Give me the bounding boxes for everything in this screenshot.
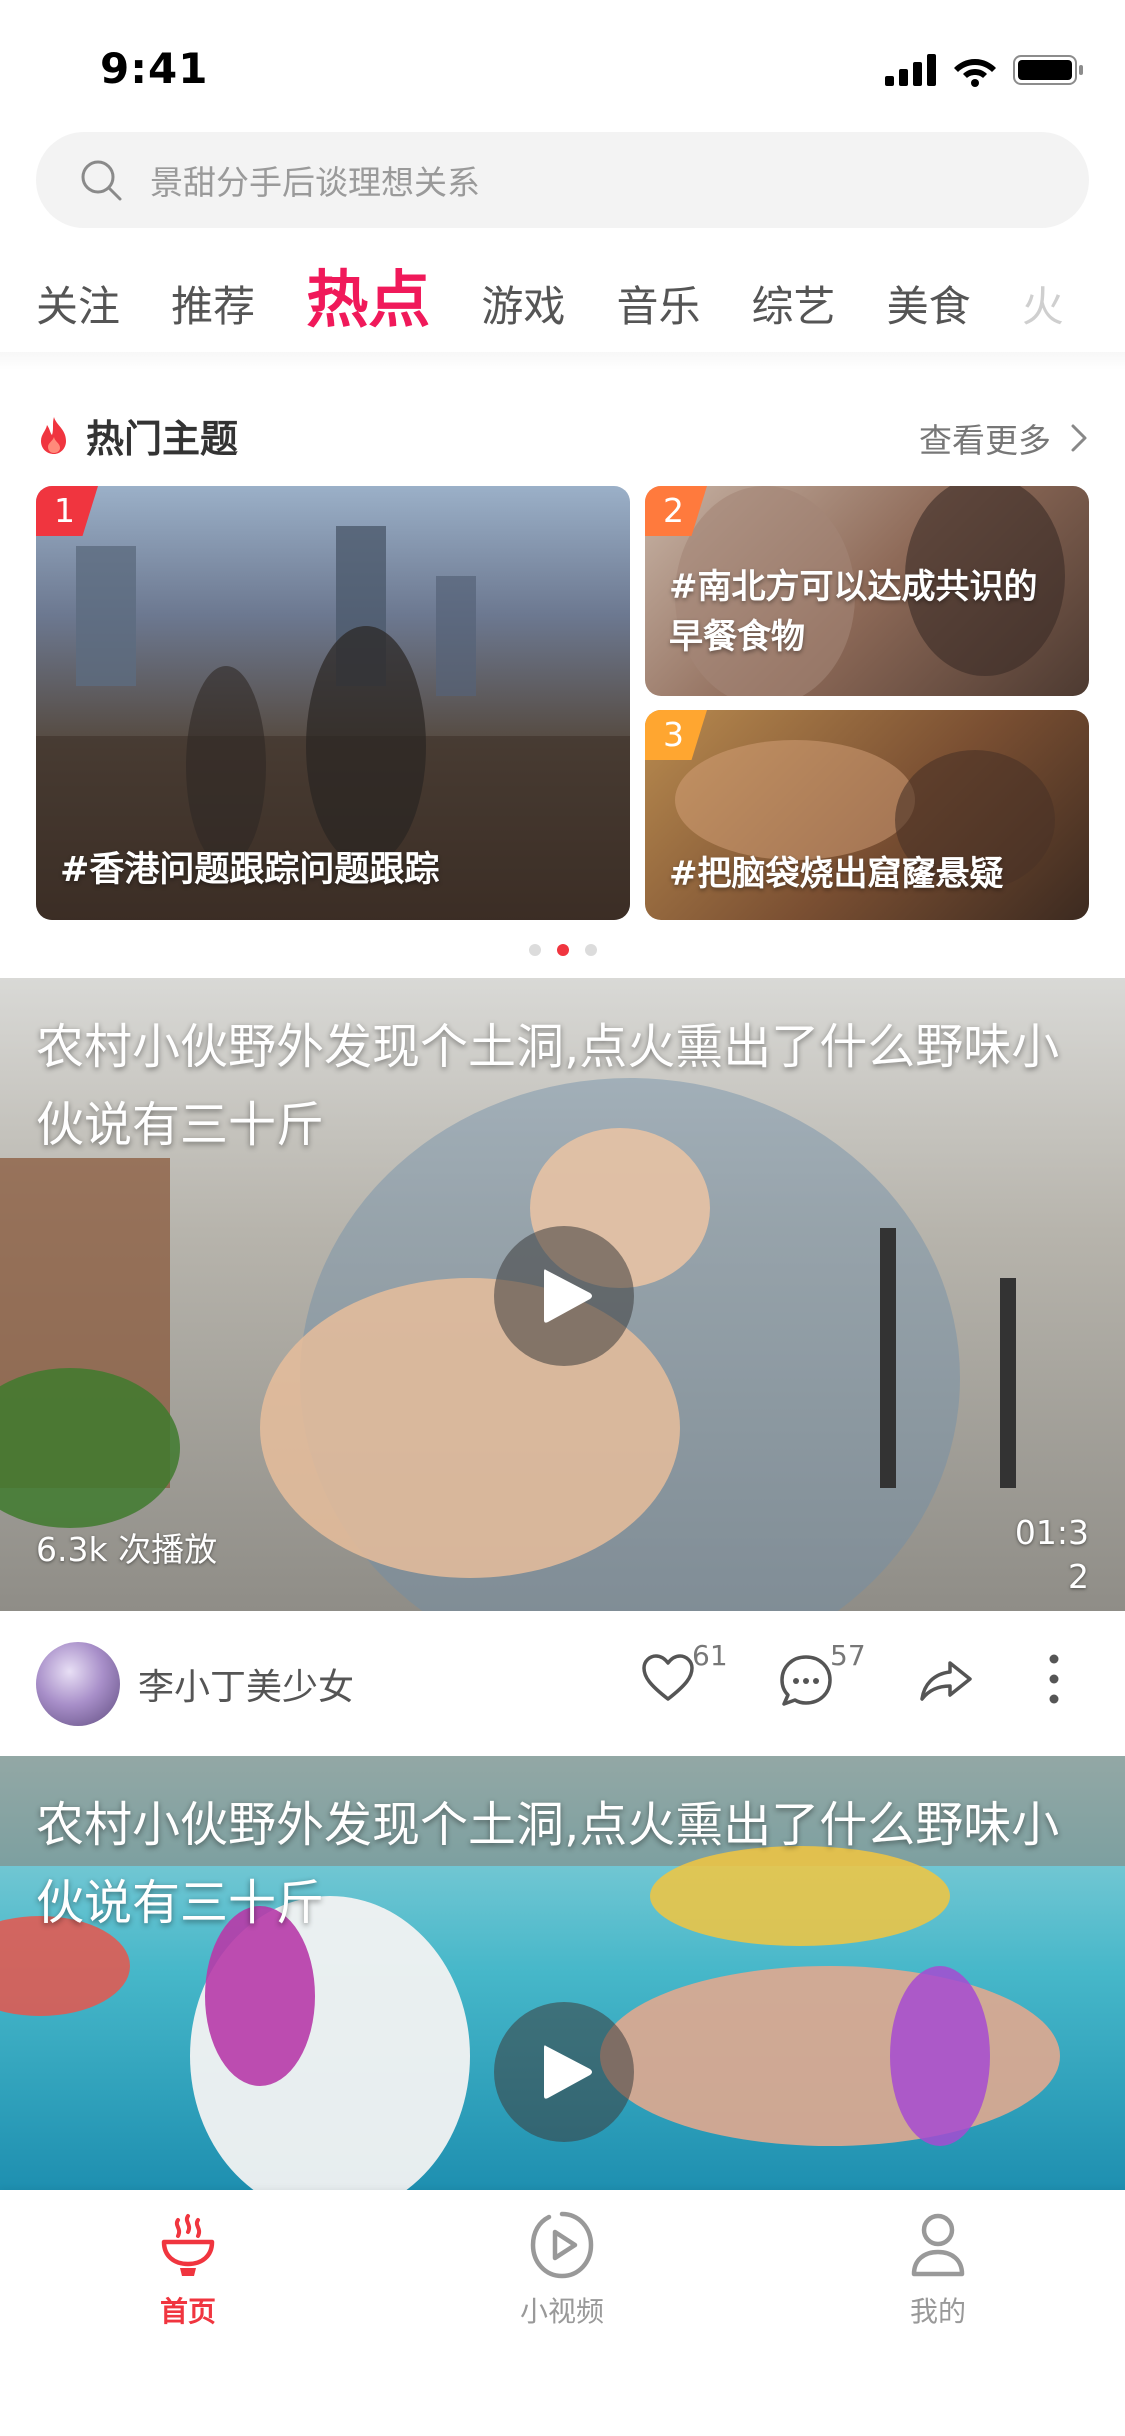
pager-dot bbox=[528, 944, 541, 956]
cellular-signal-icon bbox=[885, 54, 936, 86]
heart-icon bbox=[642, 1654, 694, 1701]
topic-card-2[interactable]: 2 #南北方可以达成共识的早餐食物 bbox=[645, 486, 1089, 696]
comment-button[interactable]: 57 bbox=[778, 1639, 866, 1707]
play-icon bbox=[530, 2211, 594, 2279]
play-button[interactable] bbox=[494, 1226, 634, 1366]
tab-partial[interactable]: 火 bbox=[1022, 257, 1064, 350]
topic-caption: #南北方可以达成共识的早餐食物 bbox=[669, 567, 1038, 657]
play-icon bbox=[544, 2045, 592, 2099]
nav-profile[interactable]: 我的 bbox=[838, 2210, 1038, 2330]
like-count: 61 bbox=[692, 1639, 728, 1672]
video-duration: 01:32 bbox=[1014, 1513, 1089, 1596]
user-icon bbox=[911, 2213, 965, 2277]
search-icon bbox=[81, 160, 122, 201]
search-bar[interactable]: 景甜分手后谈理想关系 bbox=[36, 132, 1089, 228]
tab-follow[interactable]: 关注 bbox=[36, 257, 120, 350]
like-button[interactable]: 61 bbox=[640, 1639, 728, 1703]
wifi-icon bbox=[954, 59, 996, 87]
home-indicator bbox=[412, 2400, 712, 2410]
share-button[interactable] bbox=[918, 1659, 974, 1703]
hot-topics-title: 热门主题 bbox=[86, 416, 239, 461]
home-fire-icon bbox=[161, 2214, 215, 2276]
tab-recommend[interactable]: 推荐 bbox=[171, 257, 255, 350]
flame-icon bbox=[41, 417, 66, 454]
video-title: 农村小伙野外发现个土洞,点火熏出了什么野味小伙说有三十斤 bbox=[36, 1019, 1060, 1153]
status-icons bbox=[885, 50, 1085, 90]
video-card[interactable]: 农村小伙野外发现个土洞,点火熏出了什么野味小伙说有三十斤 bbox=[0, 1756, 1125, 2190]
pager-dot-active bbox=[556, 944, 569, 956]
see-more-label: 查看更多 bbox=[919, 421, 1051, 460]
tab-hot[interactable]: 热点 bbox=[306, 250, 430, 350]
topic-card-1[interactable]: 1 #香港问题跟踪问题跟踪 bbox=[36, 486, 630, 920]
author-row: 李小丁美少女 61 57 bbox=[0, 1611, 1125, 1756]
tabs-divider bbox=[0, 352, 1125, 370]
topic-caption: #把脑袋烧出窟窿悬疑 bbox=[669, 854, 1004, 894]
pager-dot bbox=[584, 944, 597, 956]
author-name[interactable]: 李小丁美少女 bbox=[138, 1658, 354, 1710]
nav-home[interactable]: 首页 bbox=[88, 2210, 288, 2330]
more-button[interactable] bbox=[1046, 1651, 1062, 1707]
topic-caption: #香港问题跟踪问题跟踪 bbox=[60, 850, 440, 890]
share-icon bbox=[920, 1661, 972, 1701]
carousel-pager bbox=[0, 944, 1125, 956]
play-icon bbox=[544, 1269, 592, 1323]
chevron-right-icon bbox=[1071, 424, 1087, 452]
tab-music[interactable]: 音乐 bbox=[616, 257, 700, 350]
video-title: 农村小伙野外发现个土洞,点火熏出了什么野味小伙说有三十斤 bbox=[36, 1797, 1060, 1931]
video-card[interactable]: 农村小伙野外发现个土洞,点火熏出了什么野味小伙说有三十斤 6.3k 次播放 01… bbox=[0, 978, 1125, 1611]
tab-variety[interactable]: 综艺 bbox=[752, 257, 836, 350]
play-button[interactable] bbox=[494, 2002, 634, 2142]
tab-games[interactable]: 游戏 bbox=[481, 257, 565, 350]
status-bar: 9:41 bbox=[0, 0, 1125, 132]
nav-short-video[interactable]: 小视频 bbox=[462, 2210, 662, 2330]
battery-icon bbox=[1013, 55, 1083, 85]
status-time: 9:41 bbox=[100, 44, 209, 93]
more-vertical-icon bbox=[1049, 1654, 1059, 1704]
nav-label: 首页 bbox=[159, 2295, 216, 2328]
nav-label: 我的 bbox=[909, 2295, 966, 2328]
category-tabs: 关注 推荐 热点 游戏 音乐 综艺 美食 火 bbox=[36, 250, 1125, 350]
hot-topics-header: 热门主题 查看更多 bbox=[36, 400, 1089, 470]
comment-icon bbox=[780, 1655, 832, 1706]
topic-card-3[interactable]: 3 #把脑袋烧出窟窿悬疑 bbox=[645, 710, 1089, 920]
tab-food[interactable]: 美食 bbox=[887, 257, 971, 350]
nav-label: 小视频 bbox=[519, 2295, 604, 2328]
avatar[interactable] bbox=[36, 1641, 120, 1726]
view-count: 6.3k 次播放 bbox=[36, 1530, 218, 1569]
see-more-link[interactable]: 查看更多 bbox=[919, 414, 1089, 462]
search-placeholder: 景甜分手后谈理想关系 bbox=[150, 163, 480, 202]
comment-count: 57 bbox=[830, 1639, 866, 1672]
